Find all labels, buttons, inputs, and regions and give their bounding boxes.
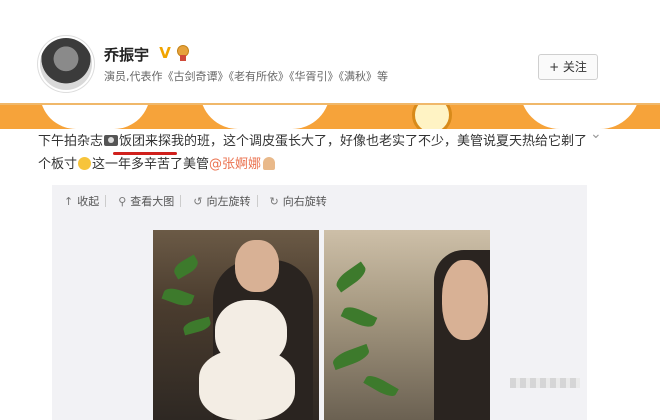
view-large-label: 查看大图	[130, 195, 175, 208]
arrow-up-icon: ↑	[64, 194, 74, 208]
user-description: 演员,代表作《古剑奇谭》《老有所依》《华胥引》《满秋》等	[104, 70, 388, 83]
post-text-part1: 下午拍杂志	[38, 134, 104, 149]
avatar[interactable]	[40, 38, 92, 90]
username[interactable]: 乔振宇	[104, 44, 149, 65]
post-photo-right[interactable]	[324, 230, 490, 420]
rotate-left-button[interactable]: ↺ 向左旋转	[193, 193, 250, 209]
toolbar-divider	[180, 195, 182, 207]
verified-badge-icon: V	[159, 44, 171, 62]
medal-icon	[176, 45, 190, 61]
follow-button[interactable]: + 关注	[538, 54, 598, 80]
post-text-part3: 这一年多辛苦了美管	[92, 157, 210, 172]
watermark	[510, 378, 580, 388]
smile-emoji-icon	[78, 157, 92, 170]
pray-emoji-icon	[263, 157, 276, 170]
magnifier-icon: ⚲	[118, 194, 127, 208]
rotate-right-label: 向右旋转	[282, 195, 327, 208]
decorative-banner	[0, 103, 660, 129]
rotate-left-label: 向左旋转	[206, 195, 251, 208]
mention-link[interactable]: @张婀娜	[209, 157, 261, 172]
post-photo-left[interactable]	[153, 230, 319, 420]
image-toolbar: ↑ 收起 ⚲ 查看大图 ↺ 向左旋转 ↻ 向右旋转	[52, 185, 333, 217]
image-panel: ↑ 收起 ⚲ 查看大图 ↺ 向左旋转 ↻ 向右旋转	[52, 185, 587, 420]
toolbar-divider	[256, 195, 258, 207]
camera-icon	[104, 135, 119, 146]
rotate-right-button[interactable]: ↻ 向右旋转	[270, 193, 327, 209]
annotation-underline	[113, 152, 177, 155]
view-large-button[interactable]: ⚲ 查看大图	[118, 193, 174, 209]
collapse-button[interactable]: ↑ 收起	[64, 193, 99, 209]
toolbar-divider	[105, 195, 107, 207]
rotate-left-icon: ↺	[193, 194, 203, 208]
rotate-right-icon: ↻	[269, 194, 279, 208]
collapse-label: 收起	[77, 195, 100, 208]
